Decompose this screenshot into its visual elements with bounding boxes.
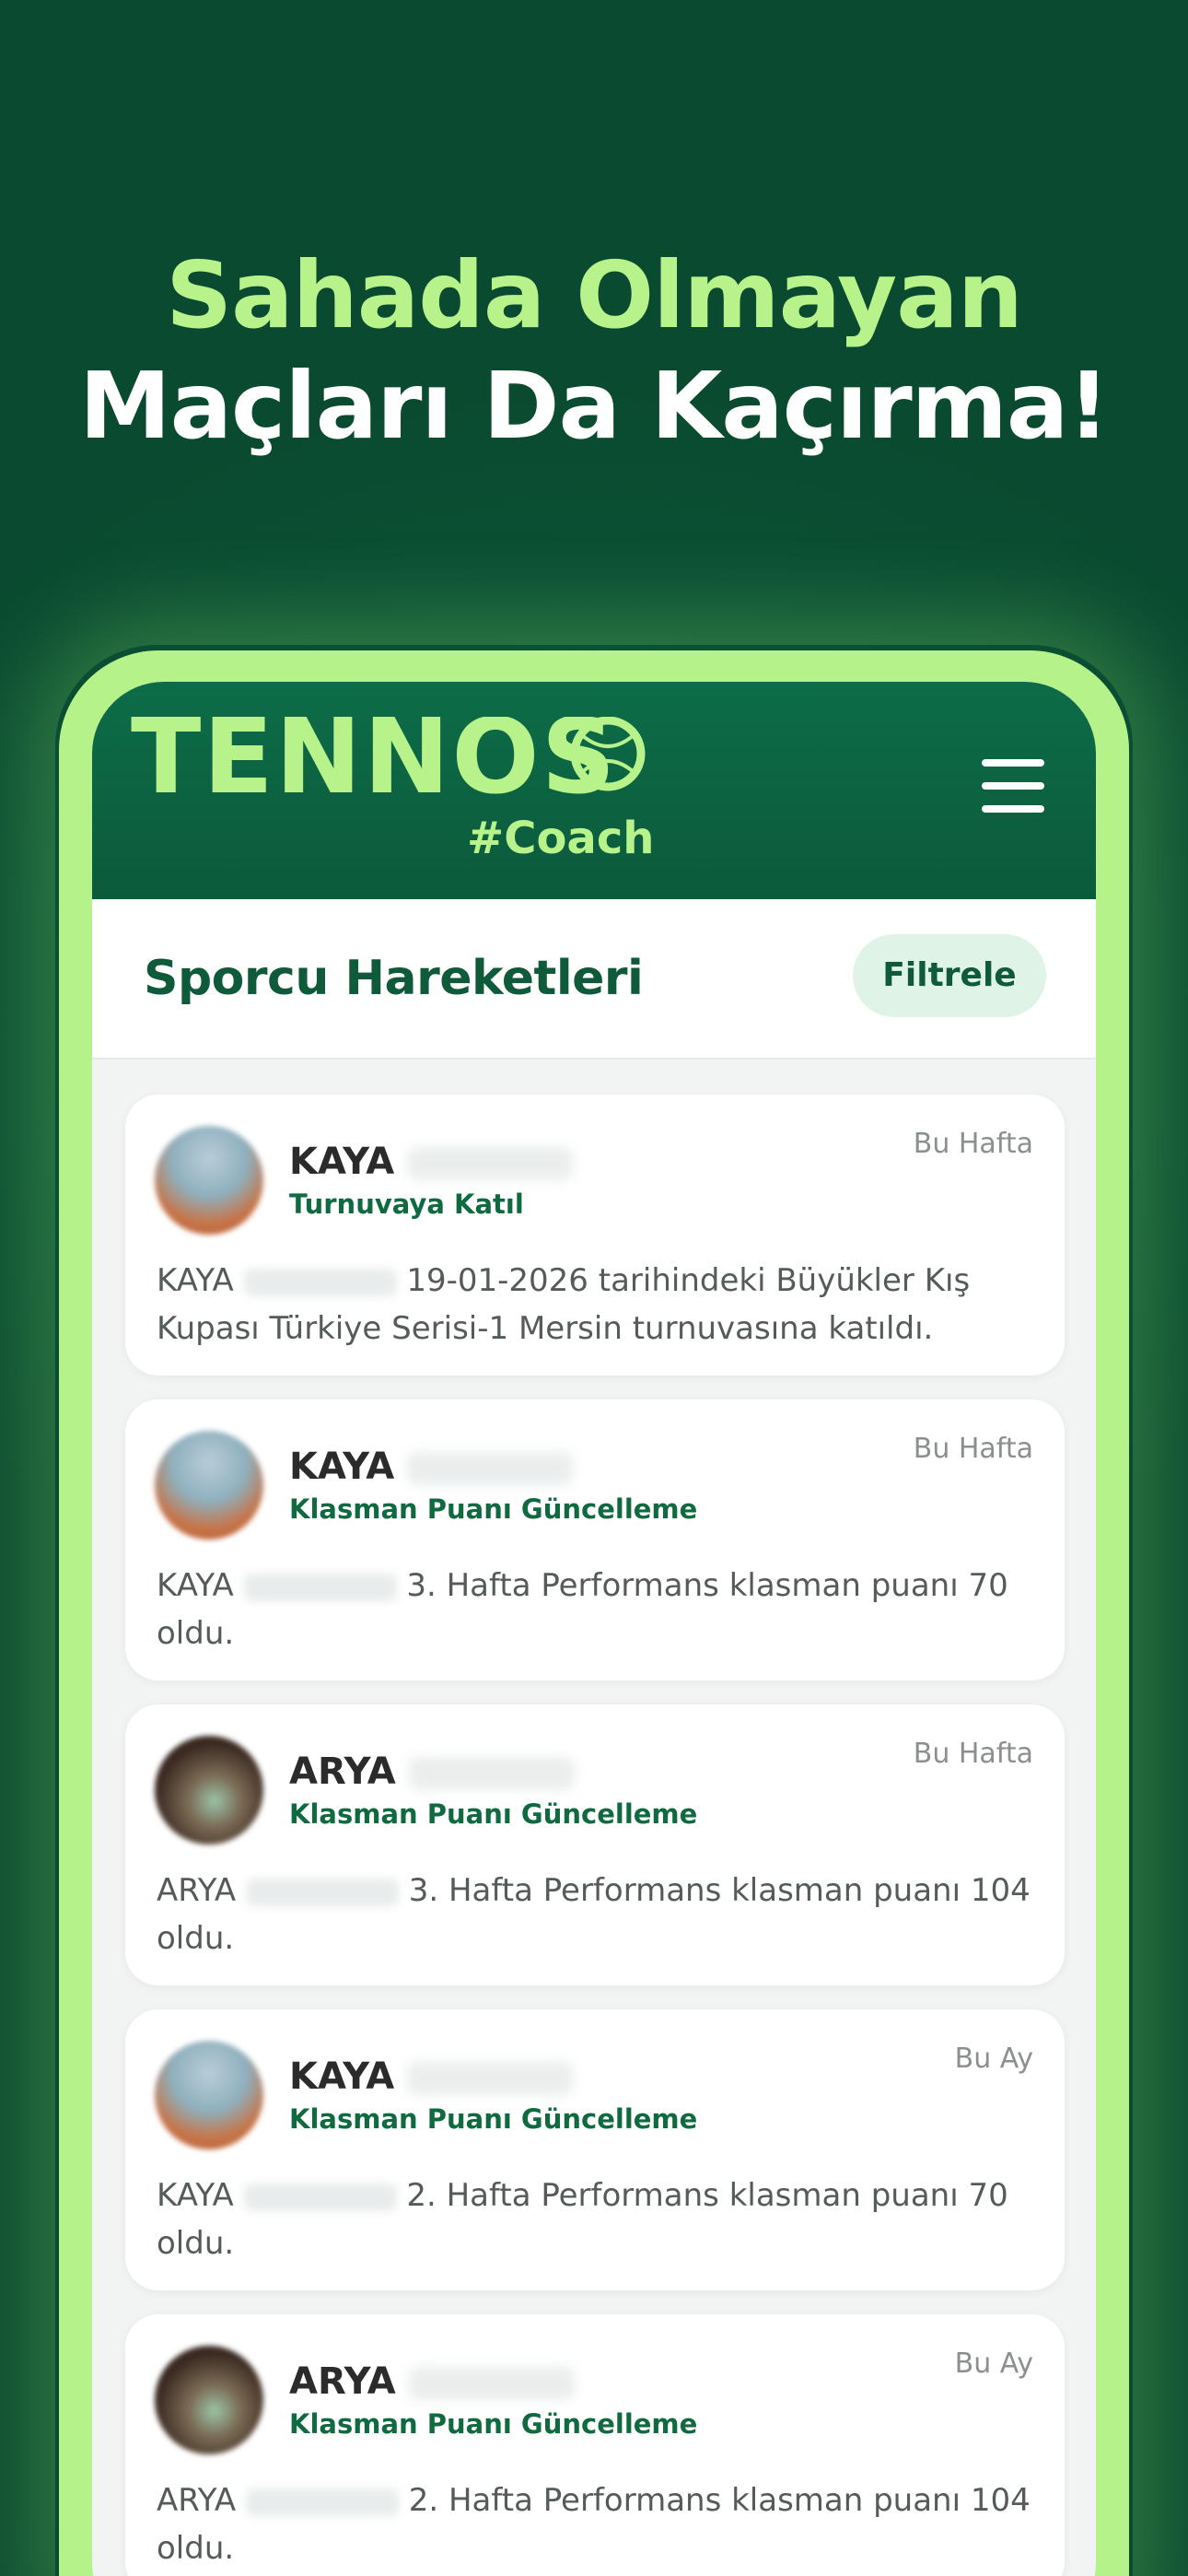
activity-card[interactable]: ARYA Klasman Puanı Güncelleme Bu Hafta A… <box>125 1704 1065 1985</box>
blurred-surname <box>407 2062 574 2095</box>
app-screen: TENNOS #Coach Sporcu Hareketleri Filtrel… <box>92 682 1096 2576</box>
app-header: TENNOS #Coach <box>92 682 1096 899</box>
activity-type: Klasman Puanı Güncelleme <box>289 2103 698 2135</box>
athlete-name: KAYA <box>289 1141 574 1183</box>
activity-feed: KAYA Turnuvaya Katıl Bu Hafta KAYA 19-01… <box>125 1095 1065 2576</box>
activity-description: KAYA 3. Hafta Performans klasman puanı 7… <box>157 1567 1008 1652</box>
activity-description: ARYA 3. Hafta Performans klasman puanı 1… <box>157 1872 1031 1957</box>
blurred-surname <box>408 2367 575 2400</box>
activity-time: Bu Ay <box>954 2348 1033 2380</box>
promo-headline: Sahada Olmayan Maçları Da Kaçırma! <box>0 241 1188 463</box>
activity-type: Klasman Puanı Güncelleme <box>289 1493 698 1525</box>
avatar <box>155 1126 263 1235</box>
activity-card[interactable]: KAYA Klasman Puanı Güncelleme Bu Ay KAYA… <box>125 2009 1065 2290</box>
activity-description: KAYA 19-01-2026 tarihindeki Büyükler Kış… <box>157 1262 971 1347</box>
activity-card[interactable]: KAYA Klasman Puanı Güncelleme Bu Hafta K… <box>125 1399 1065 1680</box>
athlete-name: ARYA <box>289 2360 575 2403</box>
activity-type: Turnuvaya Katıl <box>289 1188 524 1220</box>
blurred-surname <box>408 1757 575 1790</box>
filter-button[interactable]: Filtrele <box>853 934 1046 1017</box>
headline-line-1: Sahada Olmayan <box>166 241 1023 349</box>
page-header: Sporcu Hareketleri Filtrele <box>92 899 1096 1060</box>
athlete-name: ARYA <box>289 1751 575 1793</box>
activity-card[interactable]: KAYA Turnuvaya Katıl Bu Hafta KAYA 19-01… <box>125 1095 1065 1376</box>
blurred-surname <box>407 1452 574 1485</box>
athlete-name: KAYA <box>289 1446 574 1488</box>
blurred-surname <box>407 1147 574 1180</box>
avatar <box>155 2346 263 2454</box>
activity-description: ARYA 2. Hafta Performans klasman puanı 1… <box>157 2482 1031 2567</box>
logo-word: TENNOS <box>131 717 617 817</box>
athlete-name: KAYA <box>289 2055 574 2098</box>
headline-line-2: Maçları Da Kaçırma! <box>79 352 1110 460</box>
hamburger-menu-icon[interactable] <box>982 759 1044 813</box>
logo-tag: #Coach <box>467 813 654 864</box>
activity-type: Klasman Puanı Güncelleme <box>289 1798 698 1830</box>
page-title: Sporcu Hareketleri <box>144 951 644 1006</box>
activity-time: Bu Hafta <box>913 1433 1033 1465</box>
tennos-logo: TENNOS #Coach <box>131 717 654 864</box>
activity-description: KAYA 2. Hafta Performans klasman puanı 7… <box>157 2177 1008 2262</box>
activity-type: Klasman Puanı Güncelleme <box>289 2408 698 2440</box>
avatar <box>155 1736 263 1844</box>
activity-card[interactable]: ARYA Klasman Puanı Güncelleme Bu Ay ARYA… <box>125 2314 1065 2576</box>
activity-time: Bu Hafta <box>913 1128 1033 1160</box>
avatar <box>155 2041 263 2149</box>
activity-time: Bu Ay <box>954 2043 1033 2075</box>
avatar <box>155 1431 263 1540</box>
activity-time: Bu Hafta <box>913 1738 1033 1770</box>
